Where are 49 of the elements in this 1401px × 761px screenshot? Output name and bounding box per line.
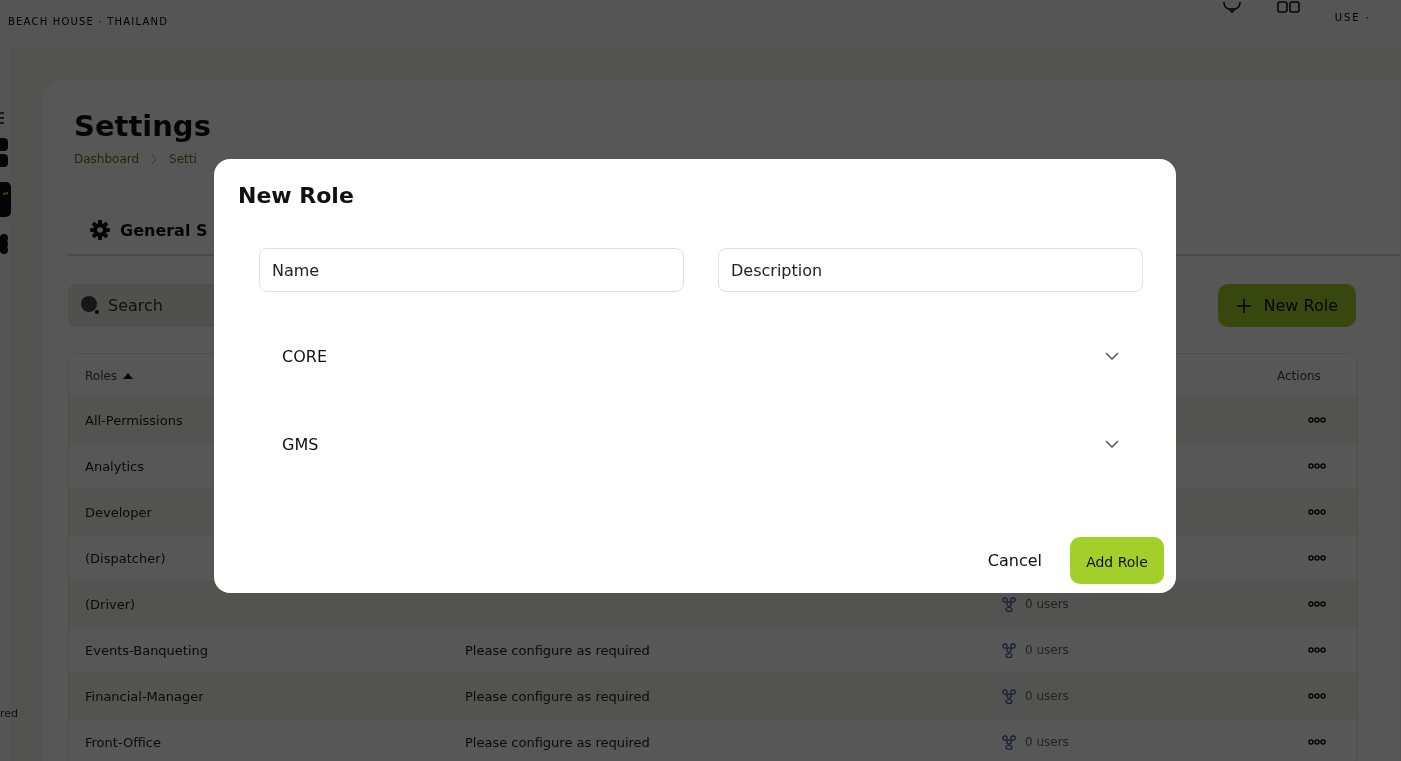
panels-icon[interactable] xyxy=(1276,0,1301,14)
user-label[interactable]: USE · xyxy=(1334,12,1371,23)
search-icon xyxy=(80,295,100,315)
role-description: Please configure as required xyxy=(465,642,651,658)
role-description: Please configure as required xyxy=(465,688,651,704)
new-role-button[interactable]: New Role xyxy=(1217,284,1356,327)
more-icon[interactable] xyxy=(1308,509,1326,515)
users-icon xyxy=(1001,688,1017,704)
sort-icon[interactable] xyxy=(123,372,134,379)
role-name: Financial-Manager xyxy=(85,688,205,704)
grid-icon[interactable] xyxy=(0,138,9,168)
chevron-icon xyxy=(1105,440,1119,448)
more-icon[interactable] xyxy=(1308,739,1326,745)
text-field[interactable]: Description xyxy=(718,248,1143,292)
chevron-icon xyxy=(1105,352,1119,360)
dialog-title: New Role xyxy=(238,182,355,210)
more-icon[interactable] xyxy=(1308,693,1326,699)
sidebar-text: red xyxy=(0,707,19,720)
breadcrumb-link[interactable]: Setti xyxy=(169,152,197,166)
active-nav-icon[interactable] xyxy=(0,182,11,217)
more-icon[interactable] xyxy=(1308,555,1326,561)
add-role-button[interactable]: Add Role xyxy=(1070,537,1164,584)
breadcrumb-link[interactable]: Dashboard xyxy=(74,152,140,166)
plus-icon xyxy=(1235,297,1252,314)
menu-icon[interactable] xyxy=(0,112,4,124)
more-icon[interactable] xyxy=(1308,601,1326,607)
role-name: All-Permissions xyxy=(85,412,184,428)
more-icon[interactable] xyxy=(1308,417,1326,423)
role-name: Front-Office xyxy=(85,734,162,750)
role-description: Please configure as required xyxy=(465,734,651,750)
more-icon[interactable] xyxy=(1308,463,1326,469)
chevron-right-icon xyxy=(151,153,158,165)
role-name: (Dispatcher) xyxy=(85,550,167,566)
cancel-button[interactable]: Cancel xyxy=(981,550,1048,571)
brand-tagline: BEACH HOUSE · THAILAND xyxy=(8,16,169,29)
role-name: Analytics xyxy=(85,458,146,474)
accordion-section[interactable]: GMS xyxy=(238,400,1164,488)
text-field[interactable]: Name xyxy=(259,248,684,292)
role-name: Developer xyxy=(85,504,153,520)
users-icon xyxy=(1001,596,1017,612)
users-icon xyxy=(1001,642,1017,658)
more-icon[interactable] xyxy=(1308,647,1326,653)
column-header: Actions xyxy=(1277,368,1322,383)
role-name: (Driver) xyxy=(85,596,137,612)
bell-icon[interactable] xyxy=(1220,0,1243,14)
users-icon xyxy=(1001,734,1017,750)
role-name: Events-Banqueting xyxy=(85,642,210,658)
page-title: Settings xyxy=(74,108,212,144)
settings-tab[interactable]: General S xyxy=(90,220,208,240)
